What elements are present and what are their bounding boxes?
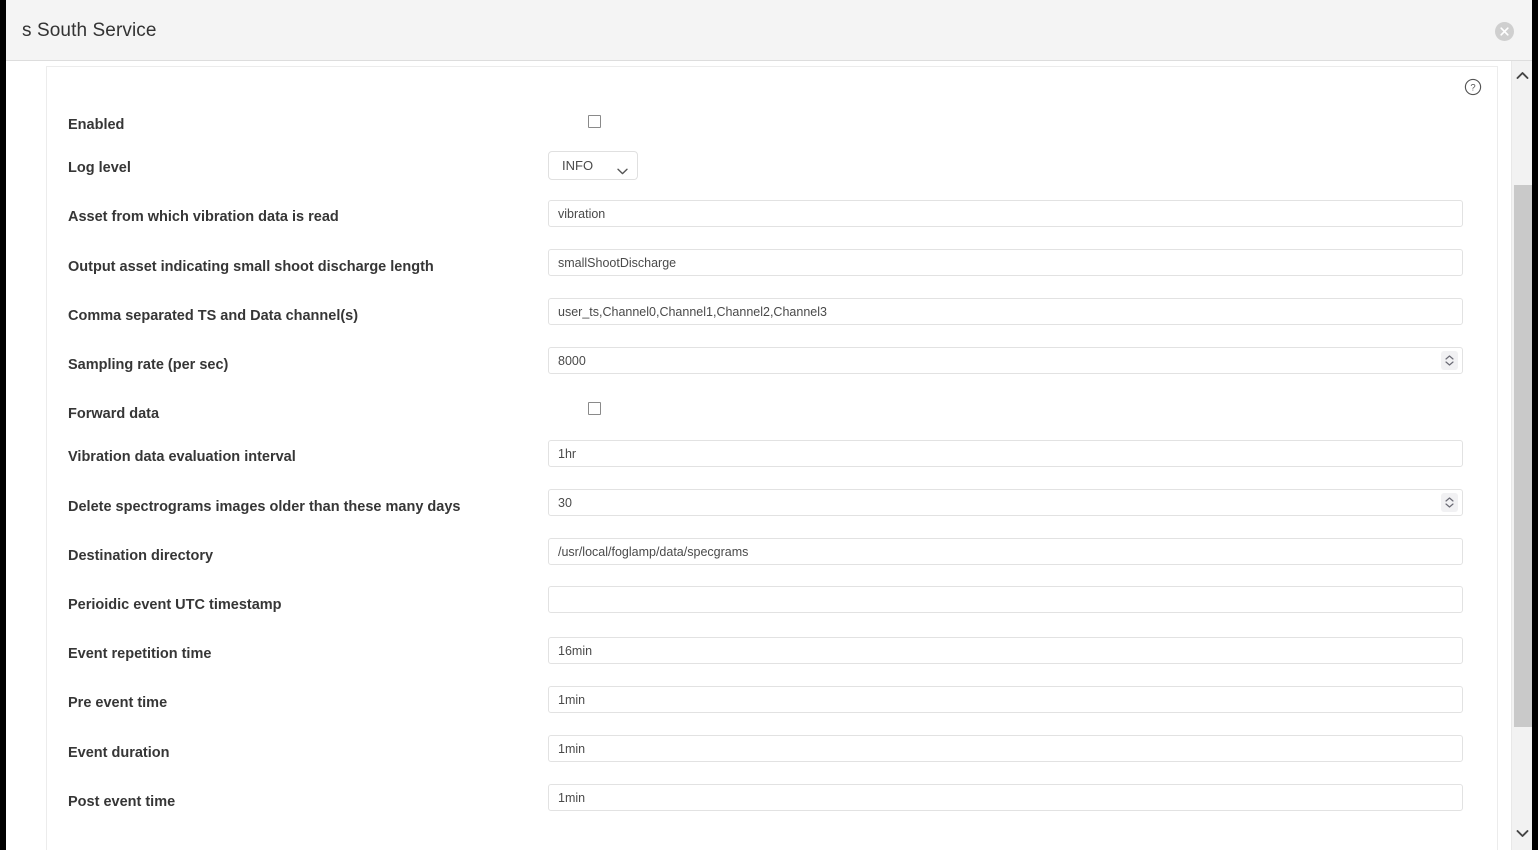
input-pre-event-time[interactable] [548,686,1463,713]
window-titlebar: s South Service [6,0,1532,61]
label-log-level: Log level [68,158,131,178]
input-event-repetition-time[interactable] [548,637,1463,664]
select-log-level[interactable]: INFO [548,151,638,180]
input-post-event-time[interactable] [548,784,1463,811]
select-value: INFO [562,158,593,173]
field-wrapper [548,200,1463,227]
field-wrapper [548,538,1463,565]
field-wrapper [548,249,1463,276]
vertical-scrollbar[interactable] [1511,61,1532,850]
input-destination-directory[interactable] [548,538,1463,565]
field-wrapper [588,115,601,128]
input-asset-name[interactable] [548,200,1463,227]
field-wrapper: INFO [548,151,638,180]
input-event-duration[interactable] [548,735,1463,762]
close-icon[interactable] [1495,22,1514,41]
field-wrapper [548,637,1463,664]
label-post-event-time: Post event time [68,792,175,812]
config-content-area: ? EnabledLog levelINFOAsset from which v… [6,61,1532,850]
field-wrapper [548,586,1463,613]
field-wrapper [548,489,1463,516]
scrollbar-thumb[interactable] [1514,185,1532,727]
scroll-up-chevron-up-icon[interactable] [1512,64,1532,86]
label-periodic-event-timestamp: Perioidic event UTC timestamp [68,595,282,615]
label-sampling-rate: Sampling rate (per sec) [68,355,228,375]
label-evaluation-interval: Vibration data evaluation interval [68,447,296,467]
input-sampling-rate[interactable] [548,347,1463,374]
label-enabled: Enabled [68,115,124,135]
field-wrapper [548,298,1463,325]
spinner-updown-icon[interactable] [1441,493,1458,512]
checkbox-enabled[interactable] [588,115,601,128]
field-wrapper [548,735,1463,762]
label-pre-event-time: Pre event time [68,693,167,713]
input-output-asset[interactable] [548,249,1463,276]
label-output-asset: Output asset indicating small shoot disc… [68,257,434,277]
input-evaluation-interval[interactable] [548,440,1463,467]
checkbox-forward-data[interactable] [588,402,601,415]
window-title: s South Service [22,20,157,42]
service-config-window: s South Service ? EnabledLog levelINFOAs… [6,0,1532,850]
spinner-updown-icon[interactable] [1441,351,1458,370]
config-card: ? EnabledLog levelINFOAsset from which v… [46,66,1498,850]
label-event-repetition-time: Event repetition time [68,644,211,664]
input-periodic-event-timestamp[interactable] [548,586,1463,613]
label-destination-directory: Destination directory [68,546,213,566]
label-asset-name: Asset from which vibration data is read [68,207,339,227]
chevron-down-icon [617,162,628,180]
input-spectrogram-retention-days[interactable] [548,489,1463,516]
form-row: Post event time [47,67,1497,107]
label-data-channels: Comma separated TS and Data channel(s) [68,306,358,326]
field-wrapper [548,440,1463,467]
label-event-duration: Event duration [68,743,170,763]
field-wrapper [548,686,1463,713]
field-wrapper [588,402,601,415]
field-wrapper [548,784,1463,811]
label-spectrogram-retention-days: Delete spectrograms images older than th… [68,497,460,517]
scroll-down-chevron-down-icon[interactable] [1512,822,1532,844]
field-wrapper [548,347,1463,374]
label-forward-data: Forward data [68,404,159,424]
input-data-channels[interactable] [548,298,1463,325]
